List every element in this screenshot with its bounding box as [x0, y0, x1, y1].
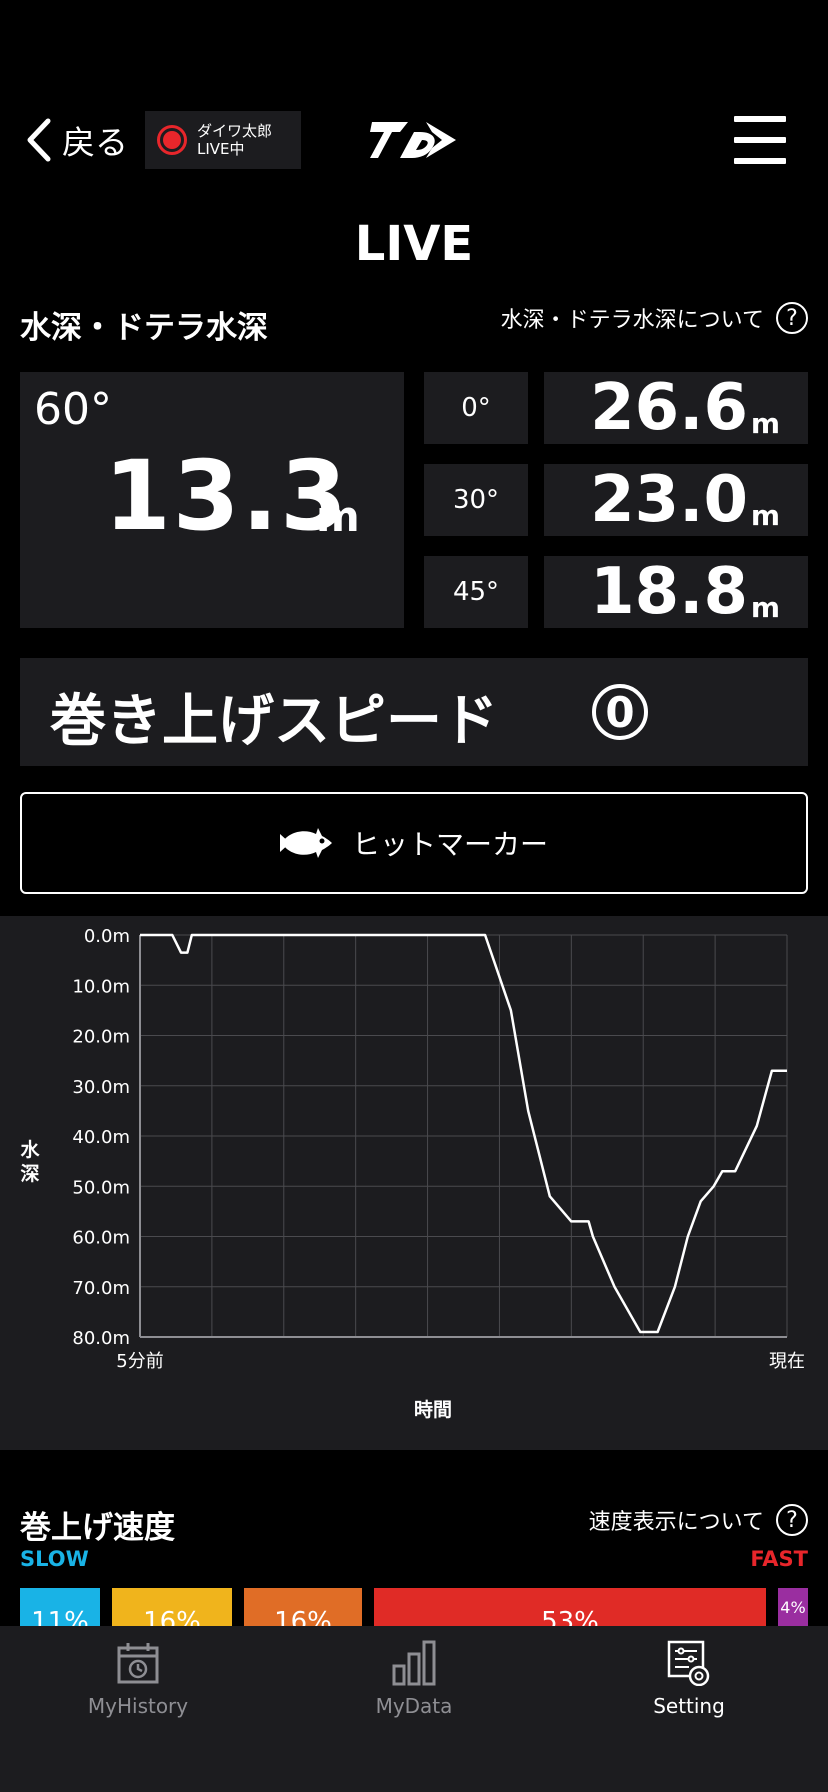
tab-setting[interactable]: Setting [589, 1640, 789, 1750]
depth-value-number: 23.0 [590, 463, 748, 537]
chart-depth-line [140, 933, 787, 1334]
speed-help-label: 速度表示について [588, 1510, 764, 1535]
record-icon [157, 125, 187, 155]
chart-y-tick-label: 60.0m [72, 1228, 130, 1249]
hamburger-icon-line [734, 116, 786, 122]
question-icon: ? [776, 1504, 808, 1536]
chart-x-end-label: 現在 [769, 1351, 805, 1372]
hit-marker-button[interactable]: ヒットマーカー [20, 792, 808, 894]
speed-bar-label: 4% [780, 1598, 806, 1617]
speed-bar-4: 53% [374, 1588, 766, 1628]
tab-label: Setting [653, 1694, 725, 1718]
main-depth-unit: m [316, 492, 360, 541]
back-label: 戻る [62, 123, 128, 162]
daiwa-logo-icon [370, 122, 456, 158]
winding-speed-value: 0 [592, 684, 648, 740]
tab-label: MyHistory [87, 1694, 189, 1718]
winding-speed-label: 巻き上げスピード [50, 689, 498, 754]
hamburger-icon-line [734, 158, 786, 164]
chart-x-axis-label: 時間 [414, 1399, 452, 1421]
live-status-text: LIVE中 [197, 140, 245, 158]
chart-y-tick-label: 20.0m [72, 1027, 130, 1048]
speed-bar-2: 16% [112, 1588, 232, 1628]
main-depth-value: 13.3 [104, 440, 349, 552]
speed-bar-3: 16% [244, 1588, 362, 1628]
speed-bar-5: 4% [778, 1588, 808, 1628]
depth-angle-0: 0° [424, 372, 528, 444]
chart-y-tick-label: 30.0m [72, 1077, 130, 1098]
chart-y-axis-label: 深 [20, 1162, 39, 1185]
main-depth-panel: 60° 13.3 m [20, 372, 404, 628]
chart-y-tick-label: 70.0m [72, 1278, 130, 1299]
hamburger-icon-line [734, 137, 786, 143]
depth-value-number: 26.6 [590, 371, 748, 445]
depth-help-label: 水深・ドテラ水深について [500, 308, 764, 333]
depth-section-title: 水深・ドテラ水深 [20, 310, 268, 346]
fish-icon [279, 828, 332, 858]
chart-y-tick-label: 80.0m [72, 1328, 130, 1349]
depth-angle-45: 45° [424, 556, 528, 628]
page-title: LIVE [354, 216, 474, 272]
back-button[interactable]: 戻る [24, 112, 128, 168]
bar-chart-icon [392, 1640, 436, 1686]
hit-marker-label: ヒットマーカー [351, 828, 548, 861]
settings-sliders-icon [667, 1640, 710, 1686]
depth-value-unit: m [750, 499, 780, 532]
speed-section-title: 巻上げ速度 [20, 1510, 175, 1546]
menu-button[interactable] [734, 116, 786, 164]
tab-mydata[interactable]: MyData [314, 1640, 514, 1750]
question-icon: ? [776, 302, 808, 334]
slow-label: SLOW [20, 1547, 89, 1571]
chart-y-tick-label: 0.0m [84, 926, 130, 947]
depth-chart-svg: 0.0m 10.0m 20.0m 30.0m 40.0m 50.0m 60.0m 70.0m 8… [20, 926, 805, 1421]
depth-angle-30: 30° [424, 464, 528, 536]
fast-label: FAST [750, 1547, 808, 1571]
chart-y-tick-label: 40.0m [72, 1127, 130, 1148]
chart-y-tick-label: 50.0m [72, 1177, 130, 1198]
depth-value-0: 26.6 m [544, 372, 808, 444]
depth-value-unit: m [750, 591, 780, 624]
calendar-history-icon [117, 1643, 159, 1684]
main-depth-angle: 60° [34, 384, 112, 435]
live-status-badge: ダイワ太郎 LIVE中 [145, 111, 301, 169]
winding-speed-panel: 巻き上げスピード [20, 658, 808, 766]
depth-value-30: 23.0 m [544, 464, 808, 536]
chart-y-tick-label: 10.0m [72, 976, 130, 997]
depth-chart: 0.0m 10.0m 20.0m 30.0m 40.0m 50.0m 60.0m 70.0m 8… [0, 916, 828, 1450]
tab-bar: MyHistory MyData Setting [0, 1626, 828, 1792]
depth-value-number: 18.8 [590, 555, 748, 629]
chart-y-axis-label: 水 [20, 1139, 40, 1161]
depth-value-45: 18.8 m [544, 556, 808, 628]
live-user-name: ダイワ太郎 [197, 122, 273, 140]
depth-value-unit: m [750, 407, 780, 440]
tab-myhistory[interactable]: MyHistory [38, 1640, 238, 1750]
speed-bar-1: 11% [20, 1588, 100, 1628]
speed-help-link[interactable]: 速度表示について ? [589, 1504, 808, 1536]
tab-label: MyData [375, 1694, 453, 1718]
chart-x-start-label: 5分前 [116, 1351, 163, 1372]
depth-help-link[interactable]: 水深・ドテラ水深について ? [501, 302, 808, 334]
chevron-left-icon [27, 118, 51, 162]
